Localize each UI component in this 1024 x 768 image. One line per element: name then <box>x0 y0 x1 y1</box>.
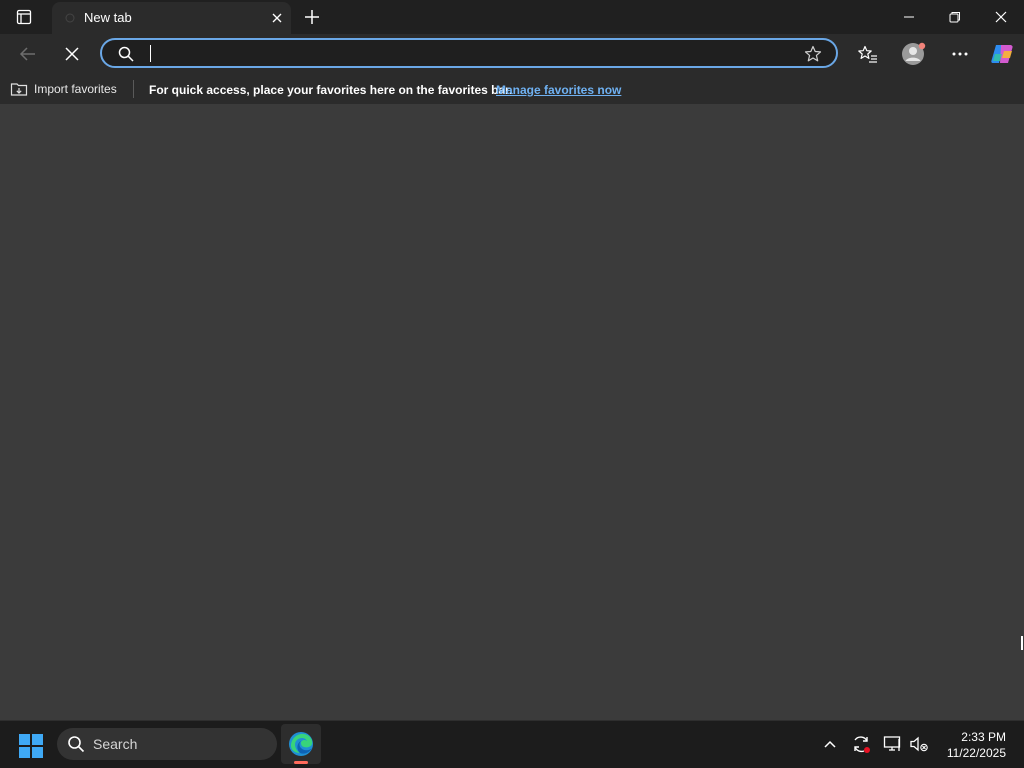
speaker-muted-icon <box>910 736 928 752</box>
taskbar-search-icon <box>68 736 85 753</box>
taskbar-search-label: Search <box>93 736 138 752</box>
import-favorites-icon <box>10 83 28 96</box>
title-bar: New tab <box>0 0 1024 34</box>
tab-new-tab[interactable]: New tab <box>52 2 291 34</box>
taskbar-search[interactable]: Search <box>57 728 277 760</box>
more-icon <box>952 52 968 56</box>
stop-icon <box>65 47 79 61</box>
close-window-icon <box>995 11 1007 23</box>
search-icon <box>118 46 134 62</box>
sync-icon <box>854 736 870 753</box>
volume-button[interactable] <box>908 733 930 755</box>
mouse-cursor <box>1021 636 1023 650</box>
copilot-icon <box>991 45 1013 63</box>
import-favorites-button[interactable]: Import favorites <box>10 81 117 97</box>
windows-start-icon[interactable] <box>18 733 44 759</box>
minimize-button[interactable] <box>886 0 932 34</box>
tab-favicon-icon <box>65 13 75 23</box>
favorite-star-icon[interactable] <box>804 45 822 63</box>
sync-status-button[interactable] <box>850 733 872 755</box>
clock-time: 2:33 PM <box>961 730 1006 744</box>
new-tab-icon <box>305 10 319 24</box>
favorites-icon <box>858 45 877 63</box>
tab-title: New tab <box>84 10 132 25</box>
stop-loading-button[interactable] <box>56 38 88 70</box>
tab-close-icon <box>272 13 282 23</box>
favorites-divider <box>133 80 134 98</box>
favorites-bar: Import favorites For quick access, place… <box>0 74 1024 104</box>
back-icon <box>19 47 35 61</box>
back-button[interactable] <box>12 38 44 70</box>
page-content <box>0 104 1024 716</box>
address-bar[interactable] <box>100 38 838 68</box>
show-hidden-icons-button[interactable] <box>819 733 841 755</box>
manage-favorites-link[interactable]: Manage favorites now <box>496 83 621 97</box>
chevron-up-icon <box>824 740 836 748</box>
copilot-button[interactable] <box>986 38 1018 70</box>
taskbar-clock[interactable]: 2:33 PM 11/22/2025 <box>947 729 1006 761</box>
taskbar: Search 2:33 PM 11/22/2025 <box>0 720 1024 768</box>
close-window-button[interactable] <box>978 0 1024 34</box>
network-button[interactable] <box>882 733 904 755</box>
minimize-icon <box>904 16 914 18</box>
navigation-toolbar <box>0 34 1024 74</box>
import-favorites-label: Import favorites <box>34 82 117 96</box>
active-app-indicator <box>294 761 308 764</box>
address-input[interactable] <box>148 43 748 63</box>
profile-button[interactable] <box>898 38 930 70</box>
restore-icon <box>949 12 960 23</box>
new-tab-button[interactable] <box>300 5 324 29</box>
edge-icon <box>289 732 313 756</box>
favorites-bar-message: For quick access, place your favorites h… <box>149 83 513 97</box>
clock-date: 11/22/2025 <box>946 746 1006 760</box>
restore-button[interactable] <box>932 0 978 34</box>
text-caret <box>150 45 151 62</box>
more-options-button[interactable] <box>944 38 976 70</box>
display-icon <box>883 736 901 751</box>
edge-taskbar-button[interactable] <box>281 724 321 764</box>
favorites-button[interactable] <box>852 38 884 70</box>
tab-close-button[interactable] <box>269 10 285 26</box>
tab-actions-icon <box>16 9 32 25</box>
tab-actions-button[interactable] <box>8 6 40 28</box>
profile-icon <box>902 42 926 65</box>
